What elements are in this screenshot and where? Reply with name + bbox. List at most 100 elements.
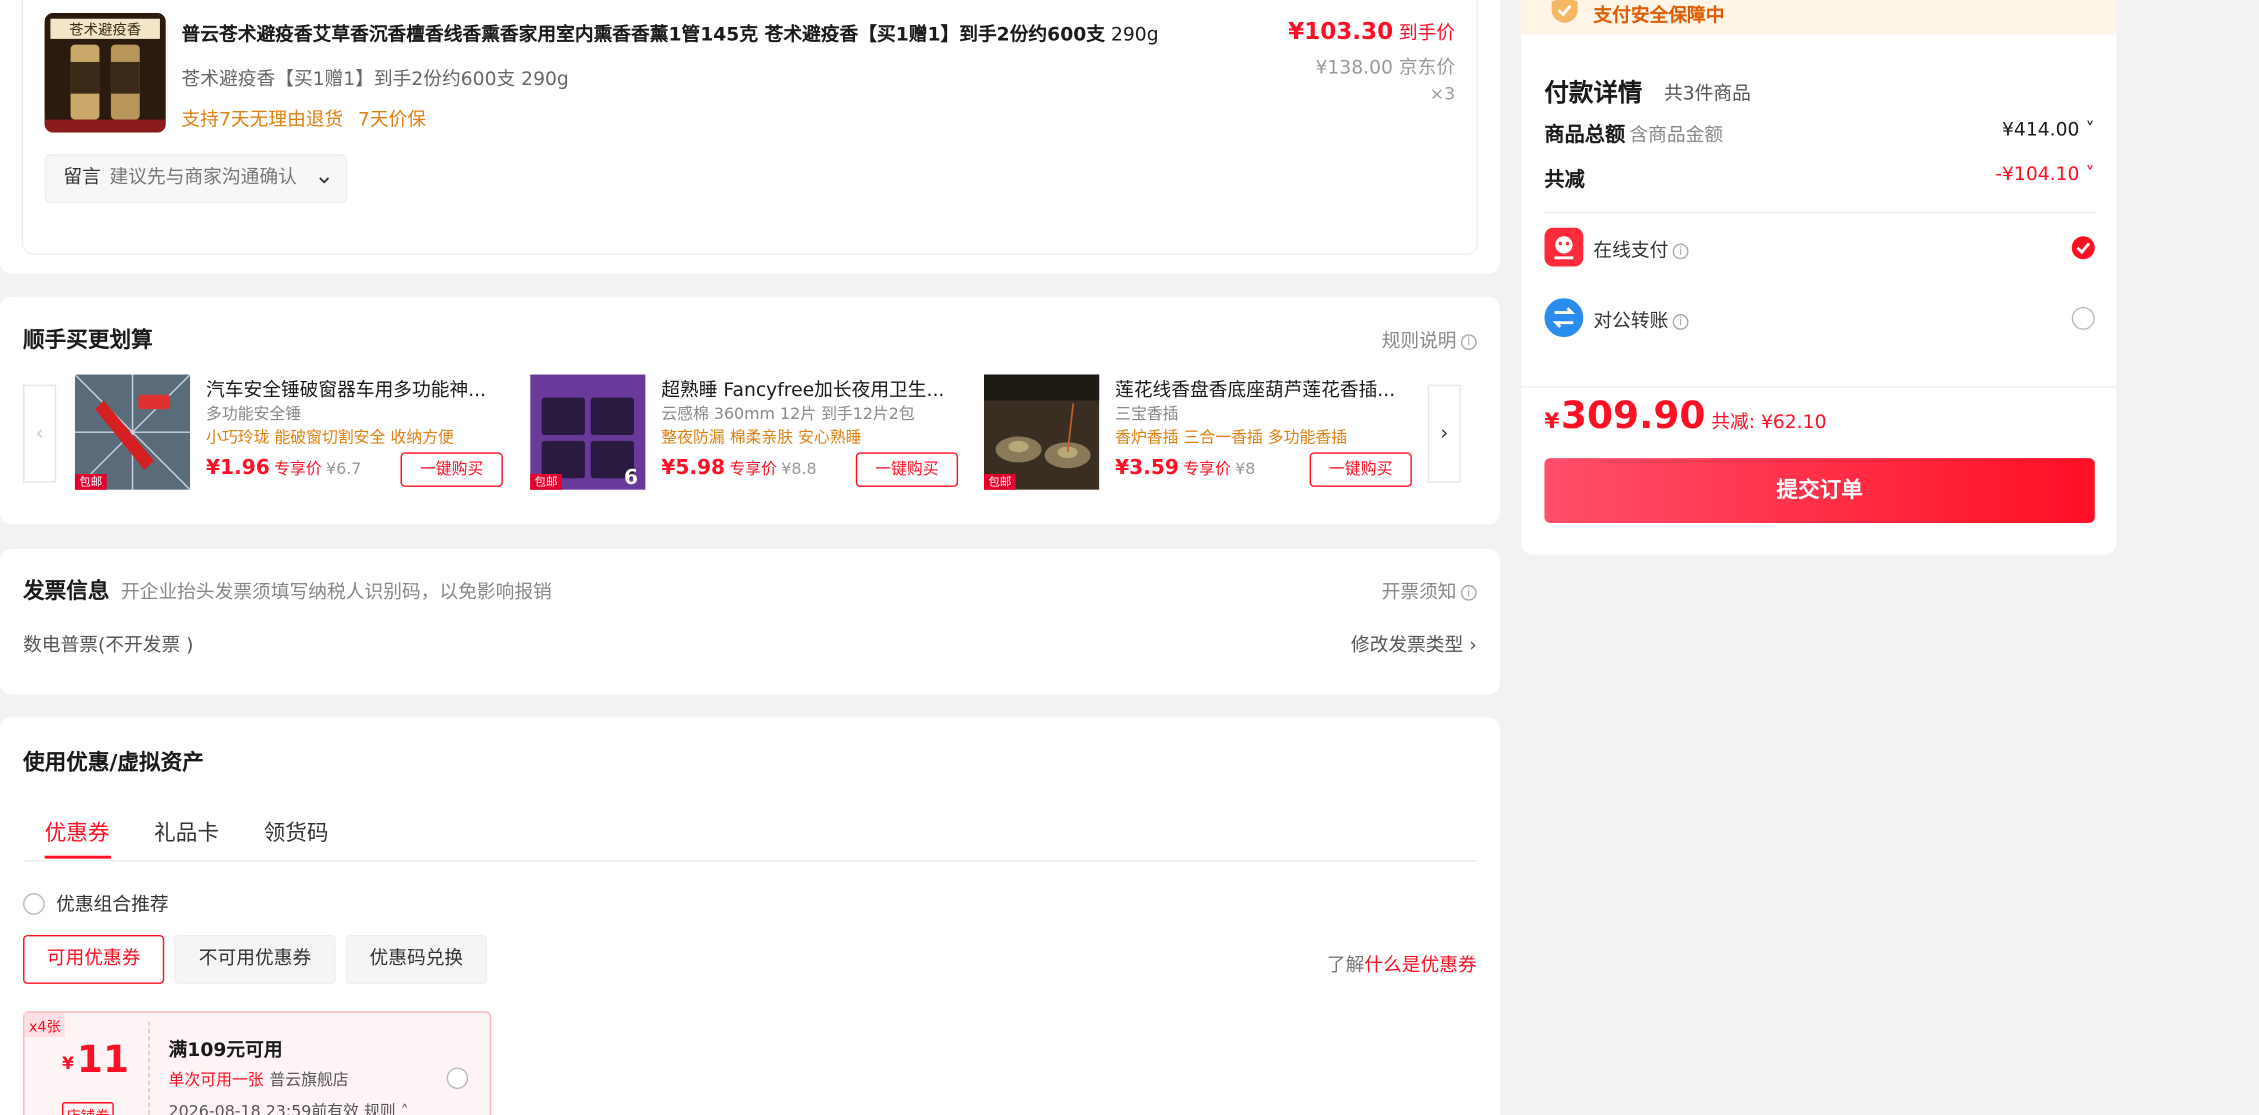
addon-rule-link[interactable]: 规则说明 i	[1382, 326, 1477, 353]
tab-coupons[interactable]: 优惠券	[45, 817, 110, 847]
pay-item-count: 共3件商品	[1664, 83, 1751, 106]
divider	[1521, 386, 2117, 388]
pay-discount-row[interactable]: 共减 -¥104.10 ˅	[1544, 164, 2094, 193]
product-services: 支持7天无理由退货 7天价保	[182, 104, 435, 131]
secure-banner: 支付安全保障中	[1521, 0, 2117, 35]
addon-price-label: 专享价	[274, 459, 322, 479]
jd-price-label: 京东价	[1398, 57, 1456, 80]
coupon-section-title: 使用优惠/虚拟资产	[23, 749, 204, 776]
invoice-notice-text: 开票须知	[1381, 582, 1457, 604]
saved-amount: 共减: ¥62.10	[1711, 412, 1827, 434]
what-is-coupon-link[interactable]: 了解什么是优惠券	[1327, 949, 1477, 977]
total-label: 商品总额	[1544, 123, 1626, 147]
addon-item-spec: 云感棉 360mm 12片 到手12片2包	[661, 404, 915, 424]
coupon-shop-name: 普云旗舰店	[269, 1070, 349, 1090]
pay-title: 付款详情	[1544, 79, 1643, 109]
filter-available-coupons[interactable]: 可用优惠券	[23, 934, 165, 984]
invoice-notice-link[interactable]: 开票须知 i	[1381, 576, 1477, 604]
addon-price-label: 专享价	[729, 459, 777, 479]
final-total: ¥309.90 共减: ¥62.10	[1544, 395, 1826, 438]
free-shipping-badge: 包邮	[530, 473, 562, 490]
addon-item-spec: 三宝香插	[1115, 404, 1179, 424]
invoice-change-link[interactable]: 修改发票类型 ›	[1351, 630, 1477, 657]
tab-gift-card[interactable]: 礼品卡	[154, 817, 219, 847]
combo-recommend-option[interactable]: 优惠组合推荐	[23, 889, 169, 916]
addon-buy-button[interactable]: 一键购买	[400, 452, 503, 487]
chevron-left-icon: ‹	[35, 422, 44, 446]
coupon-amount-value: 11	[76, 1038, 130, 1082]
shield-icon	[1551, 0, 1578, 24]
coupon-usage-text: 单次可用一张	[168, 1070, 264, 1090]
coupon-condition: 满109元可用	[168, 1040, 283, 1062]
addon-price-value: ¥5.98	[661, 456, 726, 480]
addon-item-image[interactable]: 包邮	[983, 374, 1100, 490]
addon-title: 顺手买更划算	[23, 327, 153, 353]
chevron-right-icon: ›	[1440, 422, 1449, 446]
addon-prev-button[interactable]: ‹	[23, 384, 57, 483]
addon-orig-price: ¥8.8	[781, 459, 817, 479]
addon-next-button[interactable]: ›	[1427, 384, 1461, 483]
info-icon: i	[1672, 314, 1689, 330]
pay-method-transfer[interactable]: 对公转账 i	[1544, 298, 2095, 338]
addon-price-value: ¥1.96	[206, 456, 270, 480]
coupon-expiry-text: 2026-08-18 23:59前有效	[168, 1102, 359, 1115]
coupon-select-radio[interactable]	[446, 1067, 469, 1090]
filter-code-redeem[interactable]: 优惠码兑换	[345, 934, 487, 984]
final-currency: ¥	[1544, 407, 1560, 434]
product-price-label: 到手价	[1398, 23, 1456, 45]
note-placeholder: 建议先与商家沟通确认	[109, 167, 297, 189]
online-pay-icon	[1544, 227, 1584, 267]
product-thumbnail[interactable]: 苍术避疫香	[44, 12, 166, 133]
addon-item-spec: 多功能安全锤	[206, 404, 302, 424]
invoice-hint: 开企业抬头发票须填写纳税人识别码，以免影响报销	[121, 582, 552, 604]
combo-label: 优惠组合推荐	[56, 894, 169, 917]
addon-buy-button[interactable]: 一键购买	[855, 452, 959, 487]
divider	[1544, 211, 2095, 214]
product-jd-price: ¥138.00 京东价	[1225, 52, 1456, 80]
addon-item-name[interactable]: 超熟睡 Fancyfree加长夜用卫生...	[661, 375, 964, 402]
addon-price-label: 专享价	[1183, 459, 1231, 479]
addon-item: 包邮 莲花线香盘香底座葫芦莲花香插... 三宝香插 香炉香插 三合一香插 多功能…	[983, 374, 1418, 493]
discount-value: -¥104.10 ˅	[1995, 164, 2095, 186]
coupon-tile[interactable]: x4张 ¥11 店铺券 满109元可用 单次可用一张普云旗舰店 2026-08-…	[23, 1011, 492, 1115]
product-title-text: 普云苍术避疫香艾草香沉香檀香线香熏香家用室内熏香香薰1管145克 苍术避疫香【买…	[181, 24, 1105, 47]
final-amount: 309.90	[1560, 394, 1706, 438]
filter-unavailable-coupons[interactable]: 不可用优惠券	[174, 934, 336, 984]
chevron-up-icon: ˄	[400, 1102, 409, 1115]
coupon-currency: ¥	[61, 1053, 74, 1074]
product-title[interactable]: 普云苍术避疫香艾草香沉香檀香线香熏香家用室内熏香香薰1管145克 苍术避疫香【买…	[182, 19, 1159, 46]
rule-link-text: 规则说明	[1381, 331, 1457, 353]
chevron-right-icon: ›	[1469, 635, 1477, 657]
addon-buy-button[interactable]: 一键购买	[1309, 452, 1412, 487]
addon-orig-price: ¥8	[1235, 459, 1256, 479]
addon-price-value: ¥3.59	[1115, 456, 1179, 480]
coupon-section: 使用优惠/虚拟资产 优惠券 礼品卡 领货码 优惠组合推荐 可用优惠券 不可用优惠…	[0, 717, 1500, 1115]
pay-total-row[interactable]: 商品总额 含商品金额 ¥414.00 ˅	[1544, 120, 2094, 149]
submit-order-button[interactable]: 提交订单	[1544, 458, 2095, 523]
secure-text: 支付安全保障中	[1593, 5, 1725, 28]
addon-item-name[interactable]: 莲花线香盘香底座葫芦莲花香插...	[1115, 375, 1418, 402]
free-shipping-badge: 包邮	[983, 473, 1016, 490]
chevron-down-icon: ˅	[2085, 119, 2095, 142]
addon-item-tags: 整夜防漏 棉柔亲肤 安心熟睡	[661, 427, 862, 447]
note-dropdown[interactable]: 留言 建议先与商家沟通确认	[44, 154, 348, 204]
product-sku: 苍术避疫香【买1赠1】到手2份约600支 290g	[181, 69, 569, 91]
invoice-type: 数电普票(不开发票 )	[23, 635, 194, 657]
addon-item-name[interactable]: 汽车安全锤破窗器车用多功能神...	[206, 375, 509, 402]
tab-redeem-code[interactable]: 领货码	[264, 817, 329, 847]
pay-method-online[interactable]: 在线支付 i	[1544, 227, 2095, 268]
addon-item-tags: 香炉香插 三合一香插 多功能香插	[1115, 427, 1348, 447]
invoice-change-text: 修改发票类型	[1350, 635, 1464, 657]
coupon-rules-link[interactable]: 规则	[364, 1102, 396, 1115]
addon-item-image[interactable]: 包邮	[74, 374, 191, 491]
addon-item-image[interactable]: 6 包邮	[530, 374, 646, 490]
info-icon: i	[1672, 243, 1689, 260]
free-shipping-badge: 包邮	[74, 473, 107, 490]
coupon-count-badge: x4张	[24, 1012, 66, 1038]
info-icon: i	[1460, 584, 1477, 601]
addon-item-price: ¥1.96 专享价 ¥6.7	[206, 457, 361, 480]
radio-icon	[23, 893, 45, 915]
total-sub: 含商品金额	[1629, 125, 1724, 147]
service-return: 支持7天无理由退货	[181, 109, 344, 132]
coupon-usage: 单次可用一张 普云旗舰店	[169, 1067, 349, 1090]
